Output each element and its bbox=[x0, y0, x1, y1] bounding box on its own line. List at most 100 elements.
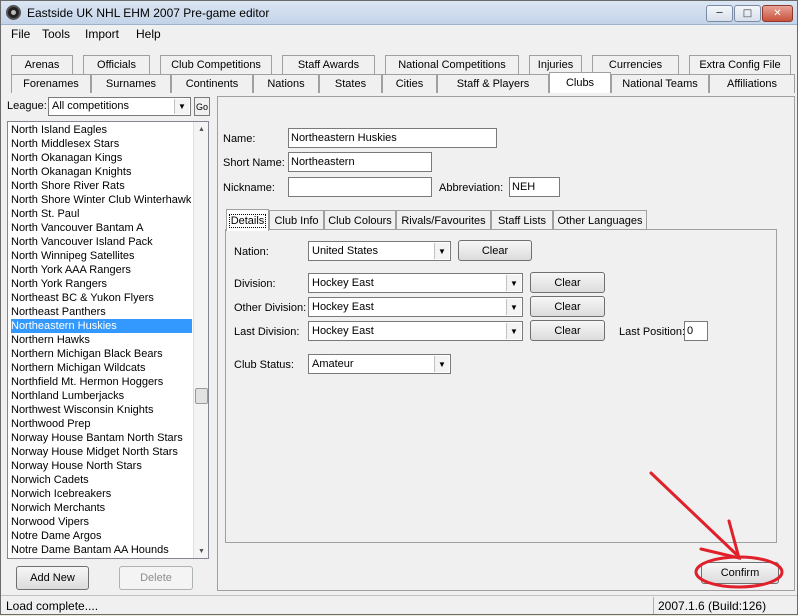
list-item[interactable]: Norwich Merchants bbox=[11, 501, 191, 515]
tab-staff-awards[interactable]: Staff Awards bbox=[282, 55, 375, 74]
list-item[interactable]: Northeast Panthers bbox=[11, 305, 191, 319]
tab-states[interactable]: States bbox=[319, 74, 382, 93]
list-scrollbar[interactable]: ▲ ▼ bbox=[193, 122, 208, 558]
list-item[interactable]: Northeastern Huskies bbox=[11, 319, 192, 333]
list-item[interactable]: Norwood Vipers bbox=[11, 515, 191, 529]
list-item[interactable]: Notre Dame Bantam AA Hounds bbox=[11, 543, 191, 557]
abbreviation-field[interactable]: NEH bbox=[509, 177, 560, 197]
title-bar: Eastside UK NHL EHM 2007 Pre-game editor… bbox=[1, 1, 797, 25]
go-button[interactable]: Go bbox=[194, 97, 210, 116]
club-status-label: Club Status: bbox=[234, 359, 294, 371]
division-value: Hockey East bbox=[312, 277, 374, 289]
list-item[interactable]: Northeast BC & Yukon Flyers bbox=[11, 291, 191, 305]
close-icon: ✕ bbox=[773, 8, 782, 19]
maximize-button[interactable]: □ bbox=[734, 5, 761, 22]
tab-staff-lists[interactable]: Staff Lists bbox=[491, 210, 553, 230]
tab-arenas[interactable]: Arenas bbox=[11, 55, 73, 74]
list-item[interactable]: Northland Lumberjacks bbox=[11, 389, 191, 403]
tab-extra-config-file[interactable]: Extra Config File bbox=[689, 55, 791, 74]
league-select[interactable]: All competitions ▼ bbox=[48, 97, 191, 116]
chevron-down-icon[interactable]: ▼ bbox=[434, 243, 449, 259]
list-item[interactable]: Norway House Bantam North Stars bbox=[11, 431, 191, 445]
maximize-icon: □ bbox=[742, 8, 753, 19]
list-item[interactable]: Northern Hawks bbox=[11, 333, 191, 347]
list-item[interactable]: North York Rangers bbox=[11, 277, 191, 291]
chevron-down-icon[interactable]: ▼ bbox=[506, 275, 521, 291]
menu-tools[interactable]: Tools bbox=[42, 27, 70, 41]
list-item[interactable]: North Middlesex Stars bbox=[11, 137, 191, 151]
list-item[interactable]: Northern Michigan Black Bears bbox=[11, 347, 191, 361]
division-label: Division: bbox=[234, 278, 276, 290]
division-select[interactable]: Hockey East ▼ bbox=[308, 273, 523, 293]
list-item[interactable]: North Shore River Rats bbox=[11, 179, 191, 193]
list-item[interactable]: Northfield Mt. Hermon Hoggers bbox=[11, 375, 191, 389]
list-item[interactable]: Notre Dame Argos bbox=[11, 529, 191, 543]
tab-clubs[interactable]: Clubs bbox=[549, 72, 611, 93]
tab-rivals-favourites[interactable]: Rivals/Favourites bbox=[396, 210, 491, 230]
clear-other-division-button[interactable]: Clear bbox=[530, 296, 605, 317]
chevron-down-icon[interactable]: ▼ bbox=[174, 99, 189, 114]
list-item[interactable]: Northwood Prep bbox=[11, 417, 191, 431]
name-field[interactable]: Northeastern Huskies bbox=[288, 128, 497, 148]
other-division-label: Other Division: bbox=[234, 302, 307, 314]
list-item[interactable]: North Okanagan Kings bbox=[11, 151, 191, 165]
scroll-up-icon[interactable]: ▲ bbox=[194, 122, 208, 136]
list-item[interactable]: Norwich Cadets bbox=[11, 473, 191, 487]
list-item[interactable]: North Okanagan Knights bbox=[11, 165, 191, 179]
close-button[interactable]: ✕ bbox=[762, 5, 793, 22]
tab-nations[interactable]: Nations bbox=[253, 74, 319, 93]
list-item[interactable]: North St. Paul bbox=[11, 207, 191, 221]
short-name-field[interactable]: Northeastern bbox=[288, 152, 432, 172]
club-status-select[interactable]: Amateur ▼ bbox=[308, 354, 451, 374]
tab-club-colours[interactable]: Club Colours bbox=[324, 210, 396, 230]
chevron-down-icon[interactable]: ▼ bbox=[506, 323, 521, 339]
scroll-down-icon[interactable]: ▼ bbox=[194, 544, 208, 558]
tab-continents[interactable]: Continents bbox=[171, 74, 253, 93]
clear-nation-button[interactable]: Clear bbox=[458, 240, 532, 261]
tab-other-languages[interactable]: Other Languages bbox=[553, 210, 647, 230]
tab-club-competitions[interactable]: Club Competitions bbox=[160, 55, 272, 74]
list-item[interactable]: North Island Eagles bbox=[11, 123, 191, 137]
tab-affiliations[interactable]: Affiliations bbox=[709, 74, 795, 93]
chevron-down-icon[interactable]: ▼ bbox=[506, 299, 521, 315]
other-division-select[interactable]: Hockey East ▼ bbox=[308, 297, 523, 317]
tab-staff-players[interactable]: Staff & Players bbox=[437, 74, 549, 93]
scroll-thumb[interactable] bbox=[195, 388, 208, 404]
menu-file[interactable]: File bbox=[11, 27, 30, 41]
nation-select[interactable]: United States ▼ bbox=[308, 241, 451, 261]
league-value: All competitions bbox=[52, 100, 130, 112]
add-new-button[interactable]: Add New bbox=[16, 566, 89, 590]
list-item[interactable]: Norwich Icebreakers bbox=[11, 487, 191, 501]
nickname-field[interactable] bbox=[288, 177, 432, 197]
list-item[interactable]: Northern Michigan Wildcats bbox=[11, 361, 191, 375]
tab-national-teams[interactable]: National Teams bbox=[611, 74, 709, 93]
last-division-select[interactable]: Hockey East ▼ bbox=[308, 321, 523, 341]
last-position-field[interactable]: 0 bbox=[684, 321, 708, 341]
minimize-button[interactable]: ─ bbox=[706, 5, 733, 22]
list-item[interactable]: Norway House North Stars bbox=[11, 459, 191, 473]
list-item[interactable]: North Vancouver Bantam A bbox=[11, 221, 191, 235]
chevron-down-icon[interactable]: ▼ bbox=[434, 356, 449, 372]
delete-button[interactable]: Delete bbox=[119, 566, 193, 590]
tab-national-competitions[interactable]: National Competitions bbox=[385, 55, 519, 74]
tab-details-label: Details bbox=[228, 213, 267, 228]
list-item[interactable]: North Winnipeg Satellites bbox=[11, 249, 191, 263]
menu-help[interactable]: Help bbox=[136, 27, 161, 41]
list-item[interactable]: Norway House Midget North Stars bbox=[11, 445, 191, 459]
clear-division-button[interactable]: Clear bbox=[530, 272, 605, 293]
list-item[interactable]: North York AAA Rangers bbox=[11, 263, 191, 277]
league-label: League: bbox=[7, 100, 47, 112]
list-item[interactable]: North Shore Winter Club Winterhawks bbox=[11, 193, 191, 207]
club-list[interactable]: North Island Eagles North Middlesex Stars… bbox=[7, 121, 209, 559]
clear-last-division-button[interactable]: Clear bbox=[530, 320, 605, 341]
tab-club-info[interactable]: Club Info bbox=[269, 210, 324, 230]
menu-import[interactable]: Import bbox=[85, 27, 119, 41]
confirm-button[interactable]: Confirm bbox=[701, 562, 779, 584]
tab-officials[interactable]: Officials bbox=[83, 55, 150, 74]
tab-surnames[interactable]: Surnames bbox=[91, 74, 171, 93]
tab-details[interactable]: Details bbox=[226, 209, 269, 231]
list-item[interactable]: Northwest Wisconsin Knights bbox=[11, 403, 191, 417]
tab-forenames[interactable]: Forenames bbox=[11, 74, 91, 93]
list-item[interactable]: North Vancouver Island Pack bbox=[11, 235, 191, 249]
tab-cities[interactable]: Cities bbox=[382, 74, 437, 93]
